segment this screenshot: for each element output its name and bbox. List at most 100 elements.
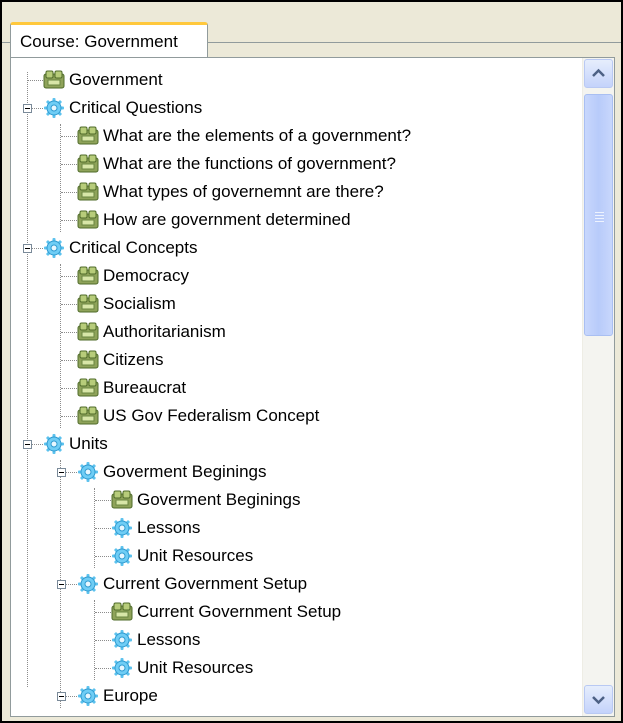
tree-item-q-determined[interactable]: How are government determined: [77, 206, 351, 234]
topic-icon: [77, 210, 99, 229]
folder-gear-icon: [112, 546, 132, 566]
tree-item-label: Goverment Beginings: [103, 462, 267, 481]
folder-gear-icon: [112, 630, 132, 650]
tree-item-label: Critical Questions: [69, 98, 203, 117]
tree-item-units[interactable]: Units: [43, 430, 108, 458]
tab-course-government[interactable]: Course: Government: [10, 22, 208, 58]
tree-item-government[interactable]: Government: [43, 66, 163, 94]
tree-connector: [27, 80, 43, 81]
collapse-toggle-gov-beginings[interactable]: [57, 468, 66, 477]
tree-item-q-functions[interactable]: What are the functions of government?: [77, 150, 396, 178]
tree-item-label: Current Government Setup: [103, 574, 308, 593]
tree-item-critical-concepts[interactable]: Critical Concepts: [43, 234, 198, 262]
folder-gear-icon: [44, 98, 64, 118]
collapse-toggle-units[interactable]: [23, 440, 32, 449]
topic-icon: [77, 182, 99, 201]
tree-item-label: Government: [69, 70, 163, 89]
tree-connector: [61, 192, 77, 193]
tree-item-critical-questions[interactable]: Critical Questions: [43, 94, 202, 122]
tree-item-citizens[interactable]: Citizens: [77, 346, 163, 374]
folder-gear-icon: [44, 434, 64, 454]
tree-connector: [61, 276, 77, 277]
tree-item-socialism[interactable]: Socialism: [77, 290, 176, 318]
tree-panel: Government Critical Questions What are the…: [10, 57, 615, 717]
topic-icon: [77, 294, 99, 313]
tree-connector: [61, 360, 77, 361]
topic-icon: [77, 378, 99, 397]
tree-item-us-gov-federalism[interactable]: US Gov Federalism Concept: [77, 402, 319, 430]
tree-item-q-types[interactable]: What types of governemnt are there?: [77, 178, 384, 206]
collapse-toggle-critical-questions[interactable]: [23, 104, 32, 113]
tree-connector: [95, 500, 111, 501]
chevron-down-icon: [592, 696, 605, 705]
collapse-toggle-europe[interactable]: [57, 692, 66, 701]
topic-icon: [77, 154, 99, 173]
tree-item-gov-beginings[interactable]: Goverment Beginings: [77, 458, 266, 486]
tree-connector: [61, 388, 77, 389]
folder-gear-icon: [78, 462, 98, 482]
course-tree: Government Critical Questions What are the…: [11, 58, 583, 716]
tree-connector: [27, 72, 28, 687]
tree-item-current-gov-setup[interactable]: Current Government Setup: [77, 570, 307, 598]
tab-label: Course: Government: [20, 31, 178, 51]
folder-gear-icon: [78, 574, 98, 594]
tree-connector: [61, 164, 77, 165]
tree-connector: [95, 556, 111, 557]
tab-strip: Course: Government: [2, 2, 621, 58]
tree-connector: [95, 640, 111, 641]
tree-item-label: Unit Resources: [137, 658, 254, 677]
tree-item-label: What are the elements of a government?: [103, 126, 412, 145]
tree-item-current-gov-lessons[interactable]: Lessons: [111, 626, 200, 654]
tree-item-label: Lessons: [137, 630, 201, 649]
tree-item-label: Units: [69, 434, 108, 453]
tree-item-gov-beginings-lessons[interactable]: Lessons: [111, 514, 200, 542]
tree-item-label: Authoritarianism: [103, 322, 226, 341]
tree-item-label: Unit Resources: [137, 546, 254, 565]
topic-icon: [77, 266, 99, 285]
tree-item-bureaucrat[interactable]: Bureaucrat: [77, 374, 186, 402]
tree-connector: [60, 124, 61, 232]
scroll-down-button[interactable]: [584, 685, 613, 714]
topic-icon: [77, 126, 99, 145]
tree-connector: [95, 668, 111, 669]
tree-connector: [60, 264, 61, 428]
folder-gear-icon: [112, 518, 132, 538]
tree-item-label: Socialism: [103, 294, 176, 313]
tree-connector: [61, 220, 77, 221]
tree-item-label: Citizens: [103, 350, 164, 369]
folder-gear-icon: [44, 238, 64, 258]
chevron-up-icon: [592, 68, 605, 77]
topic-icon: [43, 70, 65, 89]
tree-item-gov-beginings-topic[interactable]: Goverment Beginings: [111, 486, 300, 514]
tree-item-label: Current Government Setup: [137, 602, 342, 621]
tree-item-label: What types of governemnt are there?: [103, 182, 384, 201]
scroll-thumb[interactable]: [584, 94, 613, 336]
tree-item-label: Democracy: [103, 266, 189, 285]
tree-item-label: Goverment Beginings: [137, 490, 301, 509]
topic-icon: [111, 490, 133, 509]
collapse-toggle-current-gov-setup[interactable]: [57, 580, 66, 589]
tree-item-gov-beginings-resources[interactable]: Unit Resources: [111, 542, 253, 570]
tree-item-q-elements[interactable]: What are the elements of a government?: [77, 122, 411, 150]
topic-icon: [77, 406, 99, 425]
tree-item-label: Bureaucrat: [103, 378, 187, 397]
vertical-scrollbar[interactable]: [582, 58, 614, 716]
course-window: Course: Government Government Critical Qu…: [0, 0, 623, 723]
tree-item-current-gov-resources[interactable]: Unit Resources: [111, 654, 253, 682]
tree-item-authoritarianism[interactable]: Authoritarianism: [77, 318, 226, 346]
tree-connector: [95, 528, 111, 529]
folder-gear-icon: [78, 686, 98, 706]
topic-icon: [77, 350, 99, 369]
tree-item-label: What are the functions of government?: [103, 154, 396, 173]
tree-item-label: Critical Concepts: [69, 238, 198, 257]
tree-item-democracy[interactable]: Democracy: [77, 262, 189, 290]
topic-icon: [77, 322, 99, 341]
tree-item-label: Lessons: [137, 518, 201, 537]
tree-item-europe[interactable]: Europe: [77, 682, 158, 710]
collapse-toggle-critical-concepts[interactable]: [23, 244, 32, 253]
tree-connector: [61, 416, 77, 417]
scroll-up-button[interactable]: [584, 59, 613, 88]
tree-connector: [61, 136, 77, 137]
tree-connector: [95, 612, 111, 613]
tree-item-current-gov-setup-topic[interactable]: Current Government Setup: [111, 598, 341, 626]
